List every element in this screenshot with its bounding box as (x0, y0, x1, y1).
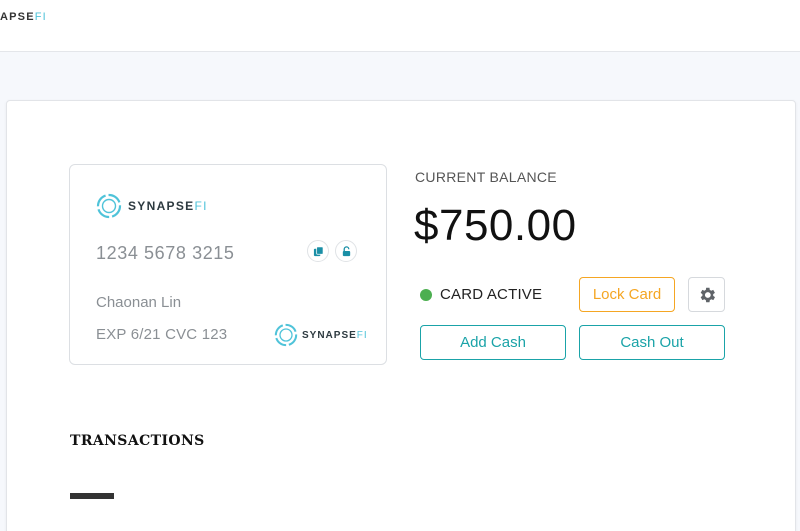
synapse-logo-icon (274, 323, 298, 347)
current-balance-value: $750.00 (414, 201, 577, 250)
card-number: 1234 5678 3215 (96, 243, 235, 263)
card-brand-logo: SYNAPSEFI (96, 193, 208, 219)
card-status-label: CARD ACTIVE (440, 286, 543, 303)
status-indicator-dot (420, 288, 432, 301)
card-holder-name: Chaonan Lin (96, 294, 182, 311)
add-cash-button[interactable]: Add Cash (420, 325, 566, 360)
card-brand-fi: FI (194, 199, 208, 213)
copy-card-number-button[interactable] (307, 240, 329, 262)
card-brand-small-fi: FI (356, 329, 368, 341)
transactions-heading-underline (70, 493, 114, 499)
header-logo-fi: FI (34, 11, 47, 23)
card-brand-logo-small: SYNAPSEFI (274, 323, 368, 347)
cash-out-button[interactable]: Cash Out (579, 325, 725, 360)
debit-card: SYNAPSEFI 1234 5678 3215 Chaonan Lin EXP… (69, 164, 387, 365)
current-balance-label: CURRENT BALANCE (415, 169, 557, 185)
transactions-heading: TRANSACTIONS (70, 433, 205, 449)
header-logo[interactable]: APSEFI (0, 11, 47, 23)
card-settings-button[interactable] (688, 277, 725, 312)
copy-icon (313, 246, 323, 256)
card-brand-main: SYNAPSE (128, 199, 195, 213)
synapse-logo-icon (96, 193, 122, 219)
card-status: CARD ACTIVE (420, 286, 542, 303)
gear-icon (700, 287, 715, 302)
card-expiry-cvc: EXP 6/21 CVC 123 (96, 326, 228, 343)
toggle-card-lock-button[interactable] (335, 240, 357, 262)
lock-card-button[interactable]: Lock Card (579, 277, 675, 312)
card-brand-small-main: SYNAPSE (302, 329, 357, 341)
header-logo-main: APSE (0, 11, 35, 23)
top-bar: APSEFI (0, 0, 800, 52)
lock-open-icon (342, 245, 350, 256)
